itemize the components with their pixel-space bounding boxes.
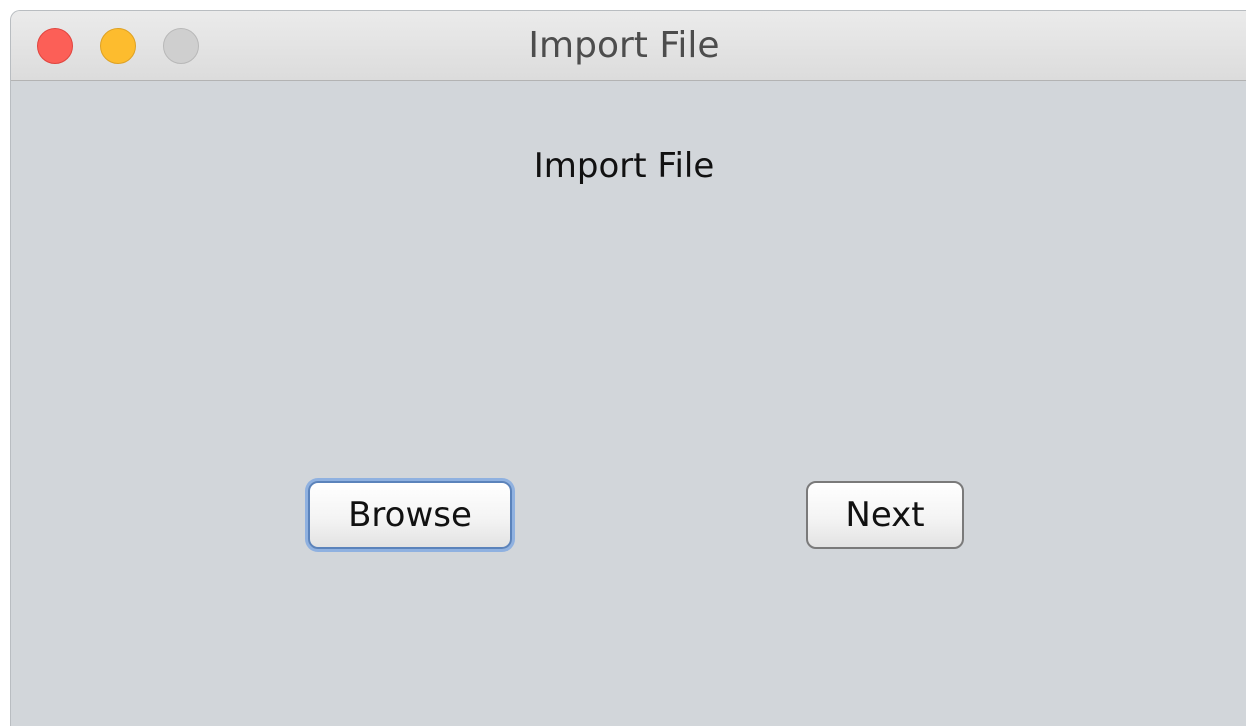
next-button[interactable]: Next (806, 481, 964, 549)
window-title: Import File (528, 25, 720, 66)
title-bar[interactable]: Import File (11, 11, 1246, 81)
page-title: Import File (533, 146, 715, 186)
import-file-window: Import File Import File Browse Next (10, 10, 1246, 726)
browse-button[interactable]: Browse (308, 481, 512, 549)
